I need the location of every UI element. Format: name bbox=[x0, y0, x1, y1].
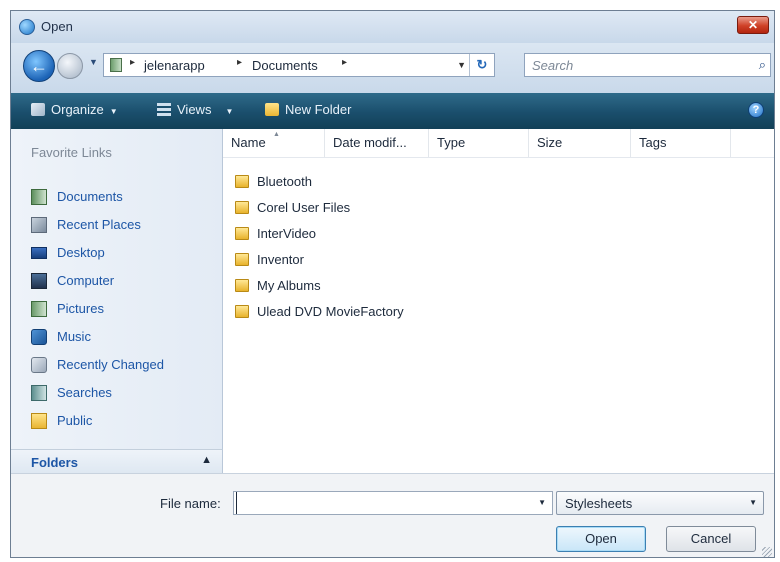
column-header-tags[interactable]: Tags bbox=[631, 129, 731, 157]
file-name-label: File name: bbox=[160, 496, 221, 511]
breadcrumb-separator-icon[interactable]: ▸ bbox=[130, 57, 135, 68]
column-headers: ▲ Name Date modif... Type Size Tags bbox=[223, 129, 774, 158]
help-icon[interactable]: ? bbox=[748, 102, 764, 118]
file-type-value: Stylesheets bbox=[565, 496, 633, 511]
column-header-label: Name bbox=[231, 135, 266, 150]
back-arrow-icon: ← bbox=[30, 56, 48, 76]
desktop-icon bbox=[31, 247, 47, 259]
file-list[interactable]: ▲ Name Date modif... Type Size Tags Bluet… bbox=[223, 129, 774, 473]
resize-grip-icon[interactable] bbox=[762, 547, 772, 557]
folder-icon bbox=[235, 253, 249, 266]
back-button[interactable]: ← bbox=[23, 50, 55, 82]
column-header-type[interactable]: Type bbox=[429, 129, 529, 157]
column-header-date-modified[interactable]: Date modif... bbox=[325, 129, 429, 157]
chevron-down-icon: ▼ bbox=[749, 498, 757, 507]
breadcrumb-jelenarapp[interactable]: jelenarapp bbox=[144, 58, 205, 73]
nav-item-label: Desktop bbox=[57, 245, 105, 260]
forward-button[interactable] bbox=[57, 53, 83, 79]
organize-label: Organize bbox=[51, 102, 104, 117]
search-box[interactable]: Search ⌕ bbox=[524, 53, 771, 77]
chevron-up-icon[interactable]: ▲ bbox=[201, 454, 212, 466]
new-folder-button[interactable]: New Folder bbox=[265, 102, 351, 117]
close-icon: ✕ bbox=[747, 18, 759, 32]
title-bar: Open ✕ bbox=[11, 11, 774, 43]
nav-item-label: Recently Changed bbox=[57, 357, 164, 372]
file-selection-pane: File name: ▼ Stylesheets ▼ Open Cancel bbox=[11, 473, 774, 557]
window-title: Open bbox=[41, 19, 73, 34]
folder-row[interactable]: Inventor bbox=[235, 249, 535, 271]
folder-name: Inventor bbox=[257, 252, 304, 267]
location-icon bbox=[110, 58, 122, 72]
views-button[interactable]: Views ▼ bbox=[157, 102, 233, 117]
folder-name: My Albums bbox=[257, 278, 321, 293]
folder-name: InterVideo bbox=[257, 226, 317, 241]
command-toolbar: Organize ▼ Views ▼ New Folder ? bbox=[11, 93, 774, 129]
folder-row[interactable]: Ulead DVD MovieFactory bbox=[235, 301, 535, 323]
close-button[interactable]: ✕ bbox=[737, 16, 769, 34]
cancel-button[interactable]: Cancel bbox=[666, 526, 756, 552]
new-folder-label: New Folder bbox=[285, 102, 352, 117]
nav-item-label: Recent Places bbox=[57, 217, 141, 232]
favorite-links-header: Favorite Links bbox=[31, 145, 112, 160]
file-name-combobox[interactable]: ▼ bbox=[233, 491, 553, 515]
folders-toggle-bar[interactable]: Folders ▲ bbox=[11, 449, 223, 473]
documents-icon bbox=[31, 189, 47, 205]
refresh-button[interactable]: ↻ bbox=[469, 54, 494, 76]
app-icon bbox=[19, 19, 35, 35]
recently-changed-icon bbox=[31, 357, 47, 373]
open-dialog: Open ✕ ← ▼ ▸ jelenarapp ▸ Documents ▸ ▼ … bbox=[10, 10, 775, 558]
pictures-icon bbox=[31, 301, 47, 317]
searches-icon bbox=[31, 385, 47, 401]
breadcrumb-separator-icon[interactable]: ▸ bbox=[342, 57, 347, 68]
chevron-down-icon: ▼ bbox=[109, 107, 118, 116]
search-placeholder[interactable]: Search bbox=[532, 58, 573, 73]
folder-row[interactable]: InterVideo bbox=[235, 223, 535, 245]
navigation-row: ← ▼ ▸ jelenarapp ▸ Documents ▸ ▼ ↻ Searc… bbox=[11, 43, 774, 93]
file-type-select[interactable]: Stylesheets ▼ bbox=[556, 491, 764, 515]
new-folder-icon bbox=[265, 103, 279, 116]
nav-item-label: Pictures bbox=[57, 301, 104, 316]
folder-row[interactable]: My Albums bbox=[235, 275, 535, 297]
chevron-down-icon: ▼ bbox=[225, 107, 234, 116]
search-icon[interactable]: ⌕ bbox=[759, 57, 766, 73]
folders-label: Folders bbox=[31, 455, 78, 470]
folder-icon bbox=[235, 175, 249, 188]
column-header-size[interactable]: Size bbox=[529, 129, 631, 157]
recent-pages-dropdown[interactable]: ▼ bbox=[89, 57, 98, 67]
computer-icon bbox=[31, 273, 47, 289]
folder-name: Ulead DVD MovieFactory bbox=[257, 304, 404, 319]
public-folder-icon bbox=[31, 413, 47, 429]
folder-name: Corel User Files bbox=[257, 200, 351, 215]
file-name-input[interactable] bbox=[236, 492, 532, 514]
address-dropdown-icon[interactable]: ▼ bbox=[457, 60, 466, 70]
folder-icon bbox=[235, 279, 249, 292]
nav-item-label: Music bbox=[57, 329, 91, 344]
folder-row[interactable]: Bluetooth bbox=[235, 171, 535, 193]
views-icon bbox=[157, 103, 171, 116]
breadcrumb-separator-icon[interactable]: ▸ bbox=[237, 57, 242, 68]
folder-name: Bluetooth bbox=[257, 174, 312, 189]
chevron-down-icon[interactable]: ▼ bbox=[538, 498, 546, 507]
organize-icon bbox=[31, 103, 45, 116]
music-icon bbox=[31, 329, 47, 345]
open-button[interactable]: Open bbox=[556, 526, 646, 552]
column-header-name[interactable]: ▲ Name bbox=[223, 129, 325, 157]
folder-icon bbox=[235, 201, 249, 214]
nav-item-label: Public bbox=[57, 413, 93, 428]
recent-places-icon bbox=[31, 217, 47, 233]
navigation-pane: Favorite Links Documents Recent Places D… bbox=[11, 129, 223, 473]
sort-ascending-icon: ▲ bbox=[273, 131, 280, 138]
folder-row[interactable]: Corel User Files bbox=[235, 197, 535, 219]
nav-item-label: Searches bbox=[57, 385, 112, 400]
nav-item-label: Computer bbox=[57, 273, 115, 288]
folder-icon bbox=[235, 227, 249, 240]
address-bar[interactable]: ▸ jelenarapp ▸ Documents ▸ ▼ ↻ bbox=[103, 53, 495, 77]
breadcrumb-documents[interactable]: Documents bbox=[252, 58, 318, 73]
nav-item-label: Documents bbox=[57, 189, 123, 204]
organize-button[interactable]: Organize ▼ bbox=[31, 102, 118, 117]
views-label: Views bbox=[177, 102, 212, 117]
folder-icon bbox=[235, 305, 249, 318]
